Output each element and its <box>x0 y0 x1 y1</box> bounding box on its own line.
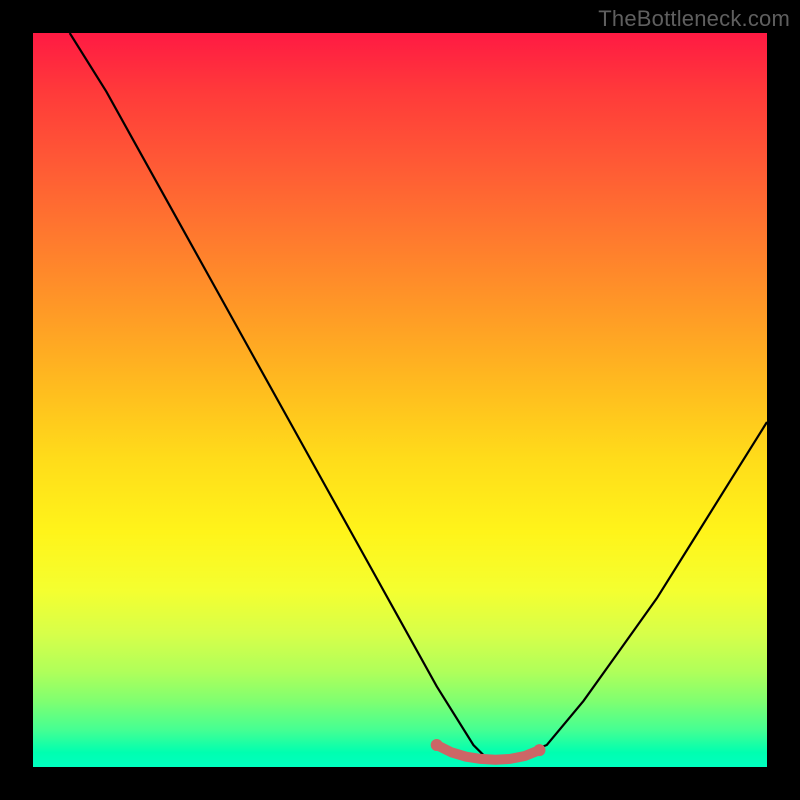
optimal-zone-start-dot <box>431 739 443 751</box>
chart-svg <box>33 33 767 767</box>
optimal-zone-end-dot <box>533 744 545 756</box>
bottleneck-curve-path <box>70 33 767 760</box>
chart-frame: TheBottleneck.com <box>0 0 800 800</box>
watermark-text: TheBottleneck.com <box>598 6 790 32</box>
optimal-zone-path <box>437 745 540 760</box>
plot-area <box>33 33 767 767</box>
